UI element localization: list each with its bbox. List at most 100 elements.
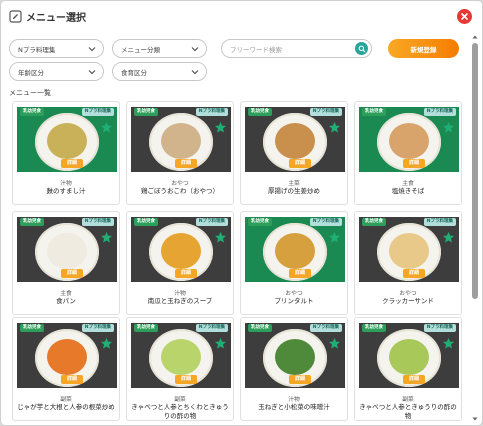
menu-photo: 乳幼児食 Nプラ料理集 詳細 — [359, 323, 459, 388]
detail-button[interactable]: 詳細 — [403, 269, 425, 278]
food-image — [275, 339, 315, 375]
n-plus-tag: Nプラ料理集 — [423, 324, 456, 332]
chevron-down-icon — [88, 47, 96, 52]
food-image — [275, 233, 315, 269]
detail-button[interactable]: 詳細 — [175, 269, 197, 278]
detail-button[interactable]: 詳細 — [175, 159, 197, 168]
chevron-down-icon — [191, 47, 199, 52]
favorite-star-icon[interactable] — [442, 337, 455, 350]
menu-category: 主食 — [402, 181, 414, 187]
menu-card[interactable]: 乳幼児食 Nプラ料理集 詳細 おやつ クラッカーサンド — [354, 211, 462, 315]
dialog-title: メニュー選択 — [26, 12, 86, 24]
detail-button[interactable]: 詳細 — [61, 159, 83, 168]
food-image — [161, 339, 201, 375]
menu-card[interactable]: 乳幼児食 Nプラ料理集 詳細 おやつ 鶏ごぼうおこわ（おやつ） — [126, 101, 234, 205]
menu-photo: 乳幼児食 Nプラ料理集 詳細 — [17, 107, 117, 172]
infant-meal-tag: 乳幼児食 — [362, 218, 386, 226]
menu-category: 副菜 — [60, 397, 72, 403]
detail-button[interactable]: 詳細 — [61, 269, 83, 278]
n-plus-tag: Nプラ料理集 — [81, 324, 114, 332]
menu-name: 塩焼きそば — [391, 187, 425, 195]
favorite-star-icon[interactable] — [442, 121, 455, 134]
detail-button[interactable]: 詳細 — [403, 375, 425, 384]
favorite-star-icon[interactable] — [214, 337, 227, 350]
menu-category-select[interactable]: メニュー分類 — [112, 39, 207, 58]
menu-photo: 乳幼児食 Nプラ料理集 詳細 — [245, 107, 345, 172]
menu-category: 汁物 — [174, 291, 186, 297]
menu-card[interactable]: 乳幼児食 Nプラ料理集 詳細 副菜 きゃべつと人参とちくわときゅうりの酢の物 — [126, 317, 234, 421]
new-register-button[interactable]: 新規登録 — [388, 39, 459, 58]
search-placeholder: フリーワード検索 — [230, 45, 282, 54]
detail-button[interactable]: 詳細 — [289, 375, 311, 384]
infant-meal-tag: 乳幼児食 — [20, 108, 44, 116]
menu-grid: 乳幼児食 Nプラ料理集 詳細 汁物 麩のすまし汁 乳幼児食 Nプラ料理集 詳細 … — [9, 101, 462, 425]
favorite-star-icon[interactable] — [328, 337, 341, 350]
menu-card[interactable]: 乳幼児食 Nプラ料理集 詳細 主食 食パン — [12, 211, 120, 315]
search-icon — [358, 45, 365, 52]
infant-meal-tag: 乳幼児食 — [134, 218, 158, 226]
n-plus-tag: Nプラ料理集 — [309, 218, 342, 226]
detail-button[interactable]: 詳細 — [289, 159, 311, 168]
scroll-thumb[interactable] — [472, 43, 478, 299]
favorite-star-icon[interactable] — [214, 121, 227, 134]
menu-category: 副菜 — [402, 397, 414, 403]
favorite-star-icon[interactable] — [328, 121, 341, 134]
menu-card[interactable]: 乳幼児食 Nプラ料理集 詳細 主菜 厚揚げの生姜炒め — [240, 101, 348, 205]
menu-card[interactable]: 乳幼児食 Nプラ料理集 詳細 汁物 麩のすまし汁 — [12, 101, 120, 205]
favorite-star-icon[interactable] — [100, 121, 113, 134]
menu-category: おやつ — [399, 291, 417, 297]
menu-card[interactable]: 乳幼児食 Nプラ料理集 詳細 副菜 きゃべつと人参ときゅうりの酢の物 — [354, 317, 462, 421]
detail-button[interactable]: 詳細 — [175, 375, 197, 384]
n-plus-tag: Nプラ料理集 — [195, 108, 228, 116]
scrollbar[interactable] — [471, 33, 479, 423]
menu-card[interactable]: 乳幼児食 Nプラ料理集 詳細 副菜 じゃが芋と大根と人参の根菜炒め — [12, 317, 120, 421]
menu-category: 汁物 — [60, 181, 72, 187]
close-button[interactable] — [457, 9, 472, 24]
menu-category: 副菜 — [174, 397, 186, 403]
n-plus-tag: Nプラ料理集 — [81, 108, 114, 116]
scroll-up-icon — [472, 35, 478, 39]
menu-card[interactable]: 乳幼児食 Nプラ料理集 詳細 おやつ プリンタルト — [240, 211, 348, 315]
favorite-star-icon[interactable] — [100, 337, 113, 350]
n-plus-tag: Nプラ料理集 — [309, 324, 342, 332]
menu-name: 厚揚げの生姜炒め — [268, 187, 320, 195]
chevron-down-icon — [191, 70, 199, 75]
menu-card[interactable]: 乳幼児食 Nプラ料理集 詳細 主食 塩焼きそば — [354, 101, 462, 205]
n-plus-tag: Nプラ料理集 — [81, 218, 114, 226]
menu-name: きゃべつと人参とちくわときゅうりの酢の物 — [131, 403, 229, 420]
n-plus-select[interactable]: Nプラ料理集 — [9, 39, 104, 58]
menu-card[interactable]: 乳幼児食 Nプラ料理集 詳細 汁物 玉ねぎと小松菜の味噌汁 — [240, 317, 348, 421]
age-category-select[interactable]: 年齢区分 — [9, 62, 104, 81]
menu-photo: 乳幼児食 Nプラ料理集 詳細 — [245, 323, 345, 388]
menu-name: プリンタルト — [274, 297, 314, 305]
search-input[interactable]: フリーワード検索 — [221, 39, 372, 58]
meal-category-select[interactable]: 食育区分 — [112, 62, 207, 81]
favorite-star-icon[interactable] — [214, 231, 227, 244]
favorite-star-icon[interactable] — [100, 231, 113, 244]
favorite-star-icon[interactable] — [328, 231, 341, 244]
menu-photo: 乳幼児食 Nプラ料理集 詳細 — [131, 217, 231, 282]
food-image — [161, 123, 201, 159]
document-edit-icon — [8, 9, 22, 23]
favorite-star-icon[interactable] — [442, 231, 455, 244]
menu-name: 麩のすまし汁 — [46, 187, 86, 195]
n-plus-tag: Nプラ料理集 — [423, 218, 456, 226]
infant-meal-tag: 乳幼児食 — [248, 218, 272, 226]
menu-category: 主菜 — [288, 181, 300, 187]
menu-photo: 乳幼児食 Nプラ料理集 詳細 — [131, 107, 231, 172]
menu-card[interactable]: 乳幼児食 Nプラ料理集 詳細 汁物 南瓜と玉ねぎのスープ — [126, 211, 234, 315]
menu-category: おやつ — [285, 291, 303, 297]
menu-category: 汁物 — [288, 397, 300, 403]
menu-name: 食パン — [56, 297, 76, 305]
menu-photo: 乳幼児食 Nプラ料理集 詳細 — [359, 107, 459, 172]
detail-button[interactable]: 詳細 — [403, 159, 425, 168]
menu-category: おやつ — [171, 181, 189, 187]
food-image — [275, 123, 315, 159]
detail-button[interactable]: 詳細 — [61, 375, 83, 384]
search-button[interactable] — [355, 42, 368, 55]
n-plus-tag: Nプラ料理集 — [309, 108, 342, 116]
food-image — [389, 233, 429, 269]
meal-category-select-value: 食育区分 — [121, 68, 147, 77]
food-image — [161, 233, 201, 269]
detail-button[interactable]: 詳細 — [289, 269, 311, 278]
